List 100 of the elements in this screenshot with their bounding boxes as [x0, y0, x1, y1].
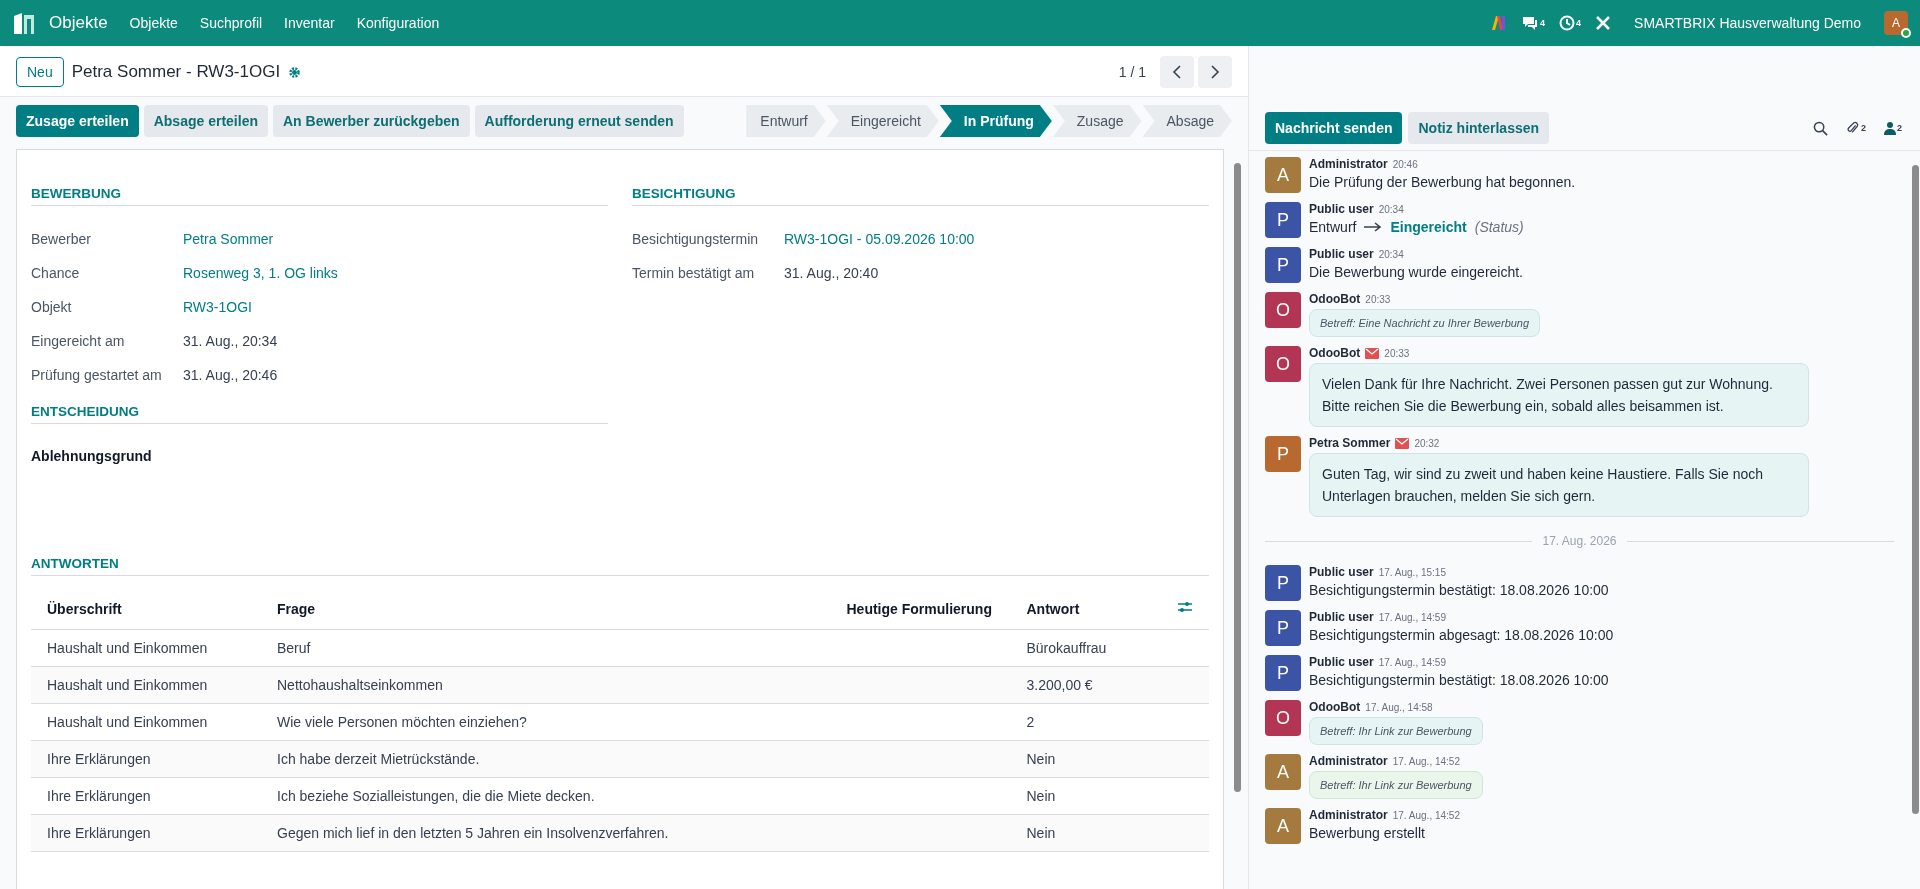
section-title: ANTWORTEN [31, 556, 1209, 576]
field-value: 31. Aug., 20:40 [784, 265, 879, 281]
table-cell: Haushalt und Einkommen [47, 640, 208, 656]
message-text: Besichtigungstermin bestätigt: 18.08.2026 10:00 [1309, 672, 1609, 688]
table-cell: 3.200,00 € [1026, 677, 1093, 693]
previous-button[interactable] [1160, 56, 1194, 88]
status-stage[interactable]: Zusage [1052, 105, 1142, 137]
table-cell: Wie viele Personen möchten einziehen? [277, 714, 527, 730]
message-subject: Betreff: Ihr Link zur Bewerbung [1309, 717, 1483, 745]
message-time: 17. Aug., 14:52 [1392, 755, 1460, 767]
action-button[interactable]: Zusage erteilen [16, 105, 139, 137]
column-header[interactable]: Antwort [1010, 588, 1161, 630]
table-cell: Nettohaushaltseinkommen [277, 677, 443, 693]
status-stage[interactable]: Entwurf [746, 105, 826, 137]
column-header[interactable]: Überschrift [31, 588, 261, 630]
user-avatar: A [1265, 157, 1301, 193]
status-stage[interactable]: Eingereicht [826, 105, 939, 137]
message-time: 20:34 [1378, 203, 1404, 215]
status-stage[interactable]: Absage [1142, 105, 1232, 137]
menu-item[interactable]: Inventar [275, 15, 344, 31]
action-button[interactable]: Aufforderung erneut senden [474, 105, 684, 137]
column-header[interactable]: Frage [261, 588, 831, 630]
message-subject: Betreff: Eine Nachricht zu Ihrer Bewerbung [1309, 309, 1541, 337]
app-name[interactable]: Objekte [40, 13, 117, 33]
user-avatar: P [1265, 436, 1301, 472]
table-cell: Ihre Erklärungen [47, 751, 151, 767]
sliders-icon [1177, 600, 1193, 614]
field-name: (Status) [1474, 219, 1524, 235]
message-author: Public user [1309, 247, 1374, 261]
arrow-icon [1364, 222, 1383, 232]
message-time: 17. Aug., 14:52 [1392, 809, 1460, 821]
table-cell: 2 [1026, 714, 1035, 730]
company-name[interactable]: SMARTBRIX Hausverwaltung Demo [1625, 15, 1870, 31]
scrollbar-thumb[interactable] [1233, 163, 1241, 792]
note-subject: Betreff: Ihr Link zur Bewerbung [1309, 771, 1483, 799]
message-time: 20:46 [1392, 158, 1418, 170]
user-avatar: A [1265, 754, 1301, 790]
person-icon [1884, 121, 1896, 135]
field-link[interactable]: Rosenweg 3, 1. OG links [183, 265, 338, 281]
chatter-button[interactable]: Notiz hinterlassen [1408, 112, 1550, 144]
activities-counter[interactable]: 4 [1559, 15, 1582, 31]
table-cell: Haushalt und Einkommen [47, 714, 208, 730]
field-label: Ablehnungsgrund [31, 448, 152, 464]
table-cell: Gegen mich lief in den letzten 5 Jahren ein Insolvenzverfahren. [277, 825, 669, 841]
message-time: 17. Aug., 14:59 [1378, 611, 1446, 623]
messages-counter[interactable]: 4 [1521, 15, 1546, 31]
pager-value: 1 / 1 [1118, 64, 1146, 80]
message-time: 20:34 [1378, 248, 1404, 260]
field-label: Eingereicht am [31, 333, 126, 349]
action-button[interactable]: An Bewerber zurückgeben [272, 105, 470, 137]
chevron-left-icon [1172, 65, 1182, 79]
field-link[interactable]: RW3-1OGI - 05.09.2026 10:00 [784, 231, 975, 247]
message-author: Administrator [1309, 754, 1388, 768]
table-cell: Haushalt und Einkommen [47, 677, 208, 693]
field-label: Termin bestätigt am [632, 265, 756, 281]
scrollbar-thumb[interactable] [1911, 165, 1919, 815]
action-button[interactable]: Absage erteilen [143, 105, 268, 137]
message-author: OdooBot [1309, 292, 1361, 306]
field-link[interactable]: Petra Sommer [183, 231, 274, 247]
table-cell: Ihre Erklärungen [47, 788, 151, 804]
colorful-app-icon [1491, 15, 1508, 31]
chat-icon [1521, 15, 1540, 31]
menu-item[interactable]: Konfiguration [347, 15, 449, 31]
message-author: Public user [1309, 565, 1374, 579]
section-title: BEWERBUNG [31, 186, 608, 206]
old-value: Entwurf [1309, 219, 1357, 235]
field-label: Objekt [31, 299, 73, 315]
field-link[interactable]: RW3-1OGI [183, 299, 252, 315]
user-avatar: P [1265, 202, 1301, 238]
section-title: ENTSCHEIDUNG [31, 404, 608, 424]
next-button[interactable] [1198, 56, 1232, 88]
user-avatar: P [1265, 565, 1301, 601]
message-author: OdooBot [1309, 700, 1361, 714]
menu-item[interactable]: Suchprofil [190, 15, 272, 31]
user-avatar: O [1265, 292, 1301, 328]
message-time: 17. Aug., 15:15 [1378, 566, 1446, 578]
new-button[interactable]: Neu [16, 57, 64, 87]
table-cell: Ich beziehe Sozialleistungen, die die Miete decken. [277, 788, 595, 804]
table-cell: Beruf [277, 640, 311, 656]
chevron-right-icon [1210, 65, 1220, 79]
table-cell: Ich habe derzeit Mietrückstände. [277, 751, 480, 767]
user-avatar[interactable]: A [1884, 11, 1908, 35]
field-label: Bewerber [31, 231, 92, 247]
field-label: Besichtigungstermin [632, 231, 760, 247]
message-text: Bewerbung erstellt [1309, 825, 1426, 841]
message-author: Administrator [1309, 157, 1388, 171]
envelope-icon [1365, 347, 1380, 359]
field-label: Chance [31, 265, 81, 281]
message-text: Besichtigungstermin bestätigt: 18.08.2026 10:00 [1309, 582, 1609, 598]
message-time: 20:32 [1414, 437, 1440, 449]
status-stage[interactable]: In Prüfung [939, 105, 1052, 137]
user-avatar: O [1265, 700, 1301, 736]
message-text: Besichtigungstermin abgesagt: 18.08.2026 10:00 [1309, 627, 1614, 643]
paperclip-icon [1845, 120, 1860, 136]
menu-item[interactable]: Objekte [120, 15, 187, 31]
chatter-button[interactable]: Nachricht senden [1265, 112, 1403, 144]
column-header[interactable]: Heutige Formulierung [830, 588, 1011, 630]
attachments-counter[interactable]: 2 [1845, 120, 1866, 136]
clock-icon [1559, 15, 1576, 31]
followers-counter[interactable]: 2 [1884, 121, 1902, 135]
